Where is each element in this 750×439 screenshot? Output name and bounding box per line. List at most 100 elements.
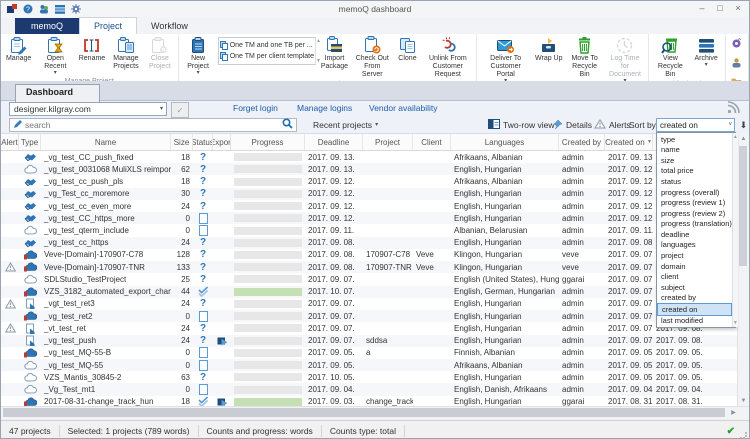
- table-row[interactable]: _vg_test_MQ-5502017. 09. 05.Afrikaans, A…: [1, 359, 740, 371]
- sort-menu-item[interactable]: languages: [657, 240, 732, 251]
- view-recycle-bin-button[interactable]: View Recycle Bin: [651, 35, 690, 80]
- scroll-down-icon[interactable]: ▼: [738, 395, 749, 406]
- clone-button[interactable]: Clone: [393, 35, 421, 64]
- move-to-recycle-bin-button[interactable]: Move To Recycle Bin: [565, 35, 604, 80]
- status-counts-type[interactable]: Counts type: total: [322, 425, 405, 437]
- header-project[interactable]: Project: [363, 134, 413, 150]
- header-created-on[interactable]: Created on ▼: [605, 134, 653, 150]
- table-row[interactable]: _vg_test_CC_push_fixed18?2017. 09. 13.Af…: [1, 151, 740, 163]
- sort-menu-item[interactable]: created on: [657, 303, 732, 316]
- header-size[interactable]: Size: [171, 134, 193, 150]
- table-row[interactable]: _vg_test_MQ-55-B02017. 09. 05.aFinnish, …: [1, 347, 740, 359]
- sort-menu-item[interactable]: progress (translation): [657, 219, 732, 230]
- vertical-scrollbar[interactable]: ▲ ▼: [737, 133, 749, 406]
- header-export[interactable]: Export: [213, 134, 231, 150]
- sort-menu-item[interactable]: subject: [657, 282, 732, 293]
- new-project-button[interactable]: New Project ▾: [181, 35, 216, 77]
- table-row[interactable]: VZS_3182_automated_export_change_t...442…: [1, 286, 740, 298]
- close-button[interactable]: ×: [729, 1, 747, 15]
- tab-project[interactable]: Project: [79, 17, 137, 34]
- header-created-by[interactable]: Created by: [559, 134, 605, 150]
- header-languages[interactable]: Languages: [451, 134, 559, 150]
- table-row[interactable]: _vt_test_ret24?2017. 09. 07.English, Hun…: [1, 322, 740, 334]
- sort-direction-button[interactable]: ⬇: [738, 118, 749, 132]
- manage-logins-link[interactable]: Manage logins: [297, 103, 352, 113]
- alerts-button[interactable]: Alerts: [594, 118, 631, 132]
- minimize-button[interactable]: –: [693, 1, 711, 15]
- sort-menu-item[interactable]: progress (review 2): [657, 208, 732, 219]
- search-input[interactable]: [23, 119, 282, 131]
- table-row[interactable]: _vg_test_push24?2017. 09. 07.sddsaEnglis…: [1, 335, 740, 347]
- manage-projects-button[interactable]: Manage Projects: [108, 35, 145, 72]
- template-item[interactable]: One TM and one TB per ...: [220, 40, 314, 51]
- user-icon[interactable]: [731, 55, 742, 73]
- details-button[interactable]: Details: [552, 118, 592, 132]
- header-status[interactable]: Status: [193, 134, 213, 150]
- maximize-button[interactable]: □: [711, 1, 729, 15]
- table-row[interactable]: Veve-[Domain]-170907-TNR133?2017. 09. 08…: [1, 261, 740, 273]
- sort-menu-item[interactable]: size: [657, 155, 732, 166]
- deliver-to-customer-portal-button[interactable]: Deliver To Customer Portal ▾: [479, 35, 532, 85]
- table-row[interactable]: _vg_test_CC_https_more02017. 09. 12.Engl…: [1, 212, 740, 224]
- table-row[interactable]: _vg_test_cc_push_pls18?2017. 09. 12.Afri…: [1, 175, 740, 187]
- status-counts-mode[interactable]: Counts and progress: words: [199, 425, 322, 437]
- table-row[interactable]: Veve-[Domain]-170907-C78128?2017. 09. 08…: [1, 249, 740, 261]
- news-feed-icon[interactable]: [725, 100, 741, 119]
- sort-menu-item[interactable]: progress (overall): [657, 187, 732, 198]
- table-row[interactable]: _vg_test_qterm_include02017. 09. 11.Alba…: [1, 224, 740, 236]
- template-item[interactable]: One TM per client template: [220, 51, 314, 62]
- wrap-up-button[interactable]: Wrap Up: [532, 35, 565, 64]
- scroll-right-icon[interactable]: ▶: [728, 407, 739, 418]
- server-connect-button[interactable]: ✓: [171, 102, 189, 118]
- header-alert[interactable]: Alert: [1, 134, 19, 150]
- table-row[interactable]: _vg_test_0031068 MuliXLS reimport fails6…: [1, 163, 740, 175]
- table-row[interactable]: SDLStudio_TestProject25?2017. 09. 07.Eng…: [1, 273, 740, 285]
- tab-workflow[interactable]: Workflow: [137, 18, 202, 34]
- header-client[interactable]: Client: [413, 134, 451, 150]
- open-recent-button[interactable]: Open Recent ▾: [34, 35, 76, 77]
- vertical-scroll-thumb[interactable]: [739, 146, 747, 266]
- vendor-availability-link[interactable]: Vendor availability: [369, 103, 438, 113]
- table-row[interactable]: _vg_test_cc_https24?2017. 09. 08.English…: [1, 237, 740, 249]
- unlink-from-customer-request-button[interactable]: Unlink From Customer Request: [422, 35, 475, 80]
- scroll-up-icon[interactable]: ▲: [738, 133, 749, 144]
- server-combobox[interactable]: designer.kilgray.com ▾: [9, 102, 167, 116]
- table-row[interactable]: _vg_Test_cc_moremore30?2017. 09. 12.Engl…: [1, 188, 740, 200]
- tab-memoq[interactable]: memoQ: [15, 18, 79, 34]
- sort-menu-item[interactable]: status: [657, 176, 732, 187]
- table-row[interactable]: _vg_test_ret202017. 09. 07.English, Hung…: [1, 310, 740, 322]
- header-name[interactable]: Name: [41, 134, 171, 150]
- sort-menu-item[interactable]: domain: [657, 261, 732, 272]
- sort-menu-item[interactable]: project: [657, 250, 732, 261]
- sort-menu-item[interactable]: type: [657, 134, 732, 145]
- resize-grip[interactable]: [740, 432, 747, 439]
- archive-button[interactable]: Archive ▾: [690, 35, 723, 69]
- collapse-ribbon-icon[interactable]: ⌃: [736, 37, 743, 46]
- table-row[interactable]: VZS_Mantis_30845-263?2017. 10. 05.Englis…: [1, 371, 740, 383]
- sort-menu-item[interactable]: progress (review 1): [657, 197, 732, 208]
- template-list[interactable]: One TM and one TB per ... One TM per cli…: [218, 37, 316, 65]
- table-row[interactable]: _vg_test_cc_even_more24?2017. 09. 12.Eng…: [1, 200, 740, 212]
- sort-menu-item[interactable]: deadline: [657, 229, 732, 240]
- horizontal-scroll-thumb[interactable]: [3, 408, 725, 417]
- rename-button[interactable]: Rename: [76, 35, 107, 64]
- import-package-button[interactable]: Import Package: [318, 35, 351, 72]
- sort-by-select[interactable]: created on ˅: [656, 118, 735, 132]
- manage-button[interactable]: Manage: [3, 35, 34, 64]
- check-out-from-server-button[interactable]: Check Out From Server: [351, 35, 393, 80]
- header-deadline[interactable]: Deadline: [305, 134, 363, 150]
- two-row-view-button[interactable]: Two-row view: [488, 118, 554, 132]
- table-row[interactable]: _Vg_Test_mt102017. 09. 04.English, Danis…: [1, 383, 740, 395]
- table-row[interactable]: _vgt_test_ret324?2017. 09. 07.English, H…: [1, 298, 740, 310]
- sort-menu-item[interactable]: client: [657, 271, 732, 282]
- search-icon[interactable]: [282, 116, 293, 134]
- sort-menu-item[interactable]: name: [657, 145, 732, 156]
- header-type[interactable]: Type: [19, 134, 41, 150]
- recent-projects-dropdown[interactable]: Recent projects ▾: [313, 118, 378, 132]
- sort-menu-item[interactable]: created by: [657, 292, 732, 303]
- sort-menu-item[interactable]: last modified: [657, 316, 732, 327]
- dropdown-scrollbar[interactable]: ▲▼: [732, 133, 738, 327]
- horizontal-scrollbar[interactable]: ▶: [1, 406, 750, 419]
- sort-menu-item[interactable]: total price: [657, 166, 732, 177]
- header-progress[interactable]: Progress: [231, 134, 305, 150]
